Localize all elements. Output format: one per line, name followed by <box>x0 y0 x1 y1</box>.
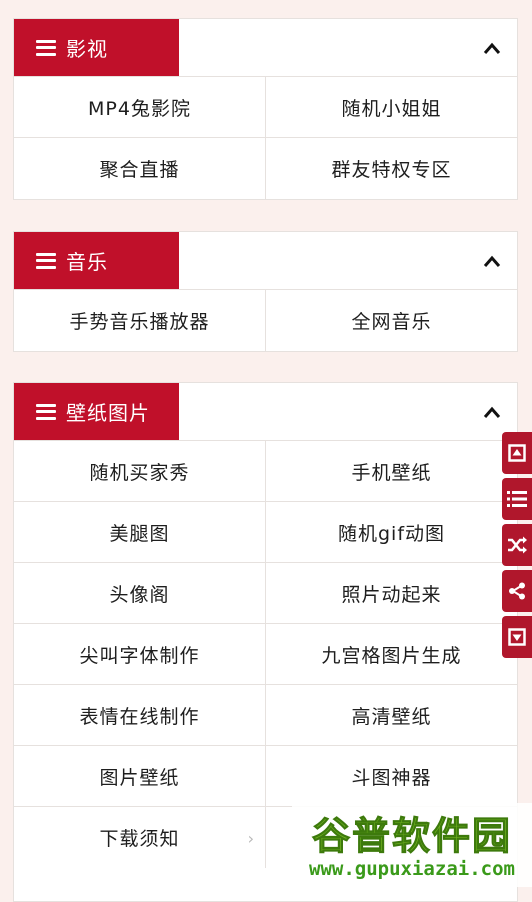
section-title: 音乐 <box>66 250 108 274</box>
link-gesture-music-player[interactable]: 手势音乐播放器 <box>14 290 266 351</box>
section-title: 壁纸图片 <box>66 401 150 425</box>
scroll-top-icon <box>508 444 526 462</box>
link-phone-wallpaper[interactable]: 手机壁纸 <box>266 441 517 502</box>
link-download-notice[interactable]: 下载须知 › <box>14 807 266 868</box>
chevron-up-icon[interactable] <box>483 254 501 268</box>
shuffle-button[interactable] <box>502 524 532 566</box>
chevron-right-icon: › <box>247 829 255 848</box>
link-random-gif[interactable]: 随机gif动图 <box>266 502 517 563</box>
link-emoji-maker[interactable]: 表情在线制作 <box>14 685 266 746</box>
scroll-bottom-button[interactable] <box>502 616 532 658</box>
watermark-logo: 谷普软件园 www.gupuxiazai.com <box>292 803 532 887</box>
scroll-top-button[interactable] <box>502 432 532 474</box>
link-avatar-pavilion[interactable]: 头像阁 <box>14 563 266 624</box>
chevron-up-icon[interactable] <box>483 41 501 55</box>
link-meme-battle[interactable]: 斗图神器 <box>266 746 517 807</box>
watermark-title: 谷普软件园 <box>311 814 512 859</box>
section-title: 影视 <box>66 37 108 61</box>
link-group-privilege[interactable]: 群友特权专区 <box>266 138 517 199</box>
floating-sidebar <box>502 432 532 662</box>
link-scream-font[interactable]: 尖叫字体制作 <box>14 624 266 685</box>
scroll-bottom-icon <box>508 628 526 646</box>
section-header[interactable]: 音乐 <box>14 232 517 290</box>
share-icon <box>509 582 525 600</box>
link-mp4-cinema[interactable]: MP4兔影院 <box>14 77 266 138</box>
link-label: 下载须知 <box>99 828 180 850</box>
menu-icon <box>36 252 56 269</box>
link-live-aggregate[interactable]: 聚合直播 <box>14 138 266 199</box>
link-leg-pictures[interactable]: 美腿图 <box>14 502 266 563</box>
section-tab: 音乐 <box>14 232 179 289</box>
link-animate-photo[interactable]: 照片动起来 <box>266 563 517 624</box>
menu-icon <box>36 403 56 420</box>
section-video: 影视 MP4兔影院 随机小姐姐 聚合直播 群友特权专区 <box>13 18 518 200</box>
list-icon <box>507 491 527 507</box>
link-all-music[interactable]: 全网音乐 <box>266 290 517 351</box>
menu-icon <box>36 39 56 56</box>
shuffle-icon <box>508 536 527 554</box>
watermark-url: www.gupuxiazai.com <box>309 858 515 880</box>
section-header[interactable]: 壁纸图片 <box>14 383 517 441</box>
link-random-buyer-show[interactable]: 随机买家秀 <box>14 441 266 502</box>
share-button[interactable] <box>502 570 532 612</box>
link-random-girl[interactable]: 随机小姐姐 <box>266 77 517 138</box>
chevron-up-icon[interactable] <box>483 405 501 419</box>
section-tab: 壁纸图片 <box>14 383 179 440</box>
link-hd-wallpaper[interactable]: 高清壁纸 <box>266 685 517 746</box>
list-button[interactable] <box>502 478 532 520</box>
section-music: 音乐 手势音乐播放器 全网音乐 <box>13 231 518 352</box>
section-header[interactable]: 影视 <box>14 19 517 77</box>
link-nine-grid-generator[interactable]: 九宫格图片生成 <box>266 624 517 685</box>
link-picture-wallpaper[interactable]: 图片壁纸 <box>14 746 266 807</box>
section-tab: 影视 <box>14 19 179 76</box>
